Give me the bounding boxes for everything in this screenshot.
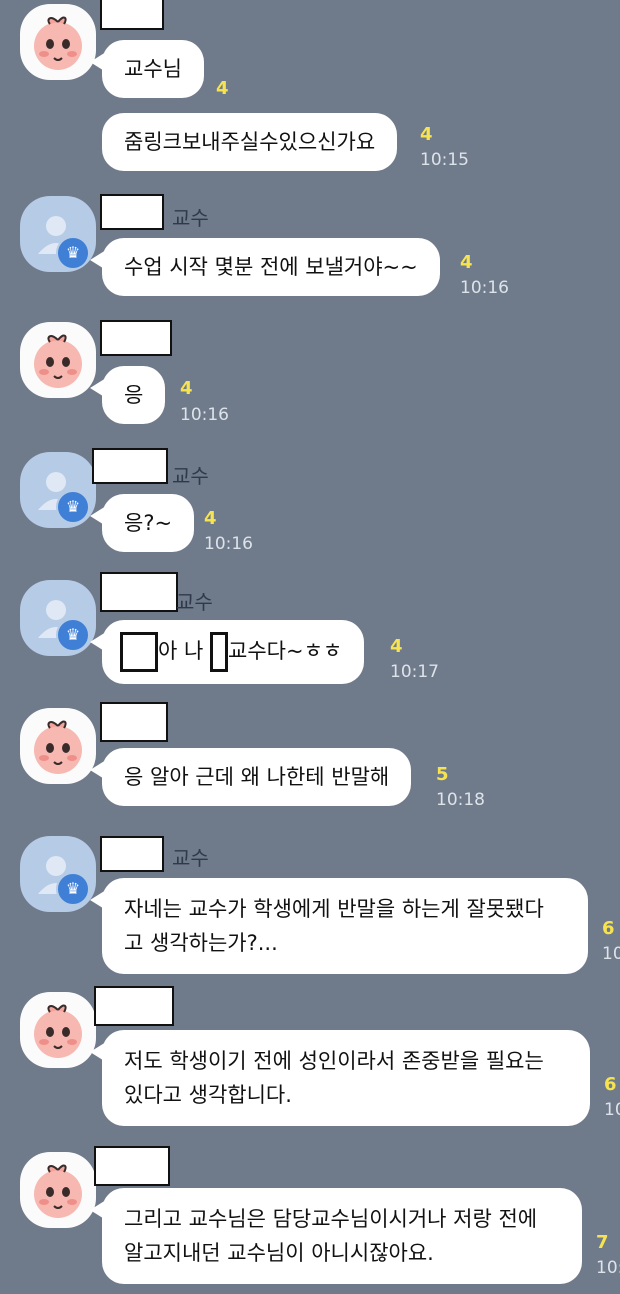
student-avatar[interactable] xyxy=(20,992,96,1068)
message-bubble[interactable]: 아 나 교수다~ㅎㅎ xyxy=(89,620,365,684)
message-time: 10:17 xyxy=(390,662,439,682)
message-line: 고 생각하는가?... xyxy=(124,931,278,955)
unread-count: 6 xyxy=(604,1074,617,1095)
message-line: 그리고 교수님은 담당교수님이시거나 저랑 전에 xyxy=(124,1207,538,1231)
peach-character-icon xyxy=(34,720,82,774)
message-bubble[interactable]: 응 알아 근데 왜 나한테 반말해 xyxy=(89,748,412,806)
message-line: 있다고 생각합니다. xyxy=(124,1083,292,1107)
unread-count: 6 xyxy=(602,918,615,939)
professor-name-redacted xyxy=(100,572,178,612)
unread-count: 5 xyxy=(436,764,449,785)
message-bubble[interactable]: 그리고 교수님은 담당교수님이시거나 저랑 전에 알고지내던 교수님이 아니시잖… xyxy=(90,1188,582,1284)
message-line: 자네는 교수가 학생에게 반말을 하는게 잘못됐다 xyxy=(124,897,544,921)
message-line: 알고지내던 교수님이 아니시잖아요. xyxy=(124,1241,434,1265)
professor-name-redacted xyxy=(100,836,164,872)
peach-character-icon xyxy=(34,1164,82,1218)
student-name-redacted xyxy=(100,702,168,742)
unread-count: 4 xyxy=(420,124,433,145)
message-time: 10:16 xyxy=(204,534,253,554)
student-avatar[interactable] xyxy=(20,708,96,784)
student-name-redacted xyxy=(94,986,174,1026)
student-name-redacted xyxy=(100,0,164,30)
unread-count: 7 xyxy=(596,1232,609,1253)
role-label: 교수 xyxy=(172,206,209,230)
unread-count: 4 xyxy=(180,378,193,399)
message-time: 10 xyxy=(604,1100,620,1120)
redacted-name xyxy=(120,632,158,672)
message-line: 저도 학생이기 전에 성인이라서 존중받을 필요는 xyxy=(124,1049,544,1073)
message-bubble[interactable]: 저도 학생이기 전에 성인이라서 존중받을 필요는 있다고 생각합니다. xyxy=(90,1030,590,1126)
message-time: 10:18 xyxy=(436,790,485,810)
message-bubble[interactable]: 응?~ xyxy=(89,494,195,552)
crown-icon: ♛ xyxy=(56,618,90,652)
peach-character-icon xyxy=(34,334,82,388)
professor-name-redacted xyxy=(100,194,164,230)
message-bubble[interactable]: 수업 시작 몇분 전에 보낼거야~~ xyxy=(90,238,440,296)
student-name-redacted xyxy=(100,320,172,356)
message-time: 10:16 xyxy=(460,278,509,298)
student-avatar[interactable] xyxy=(20,1152,96,1228)
message-time: 10: xyxy=(596,1258,620,1278)
role-label: 교수 xyxy=(172,846,209,870)
message-time: 10:15 xyxy=(420,150,469,170)
message-text-part: 아 나 xyxy=(158,639,204,663)
message-bubble[interactable]: 줌링크보내주실수있으신가요 xyxy=(102,113,398,171)
redacted-name xyxy=(210,632,229,672)
message-bubble[interactable]: 교수님 xyxy=(90,40,204,98)
message-time: 10:16 xyxy=(180,405,229,425)
crown-icon: ♛ xyxy=(56,236,90,270)
peach-character-icon xyxy=(34,1004,82,1058)
message-bubble[interactable]: 응 xyxy=(89,366,166,424)
message-bubble[interactable]: 자네는 교수가 학생에게 반말을 하는게 잘못됐다 고 생각하는가?... xyxy=(90,878,588,974)
crown-icon: ♛ xyxy=(56,872,90,906)
message-time: 10 xyxy=(602,944,620,964)
unread-count: 4 xyxy=(204,508,217,529)
unread-count: 4 xyxy=(390,636,403,657)
student-name-redacted xyxy=(94,1146,170,1186)
role-label: 교수 xyxy=(172,464,209,488)
unread-count: 4 xyxy=(460,252,473,273)
message-text-part: 교수다~ㅎㅎ xyxy=(228,639,343,663)
peach-character-icon xyxy=(34,16,82,70)
unread-count: 4 xyxy=(216,78,229,99)
professor-name-redacted xyxy=(92,448,168,484)
student-avatar[interactable] xyxy=(20,322,96,398)
crown-icon: ♛ xyxy=(56,490,90,524)
role-label: 교수 xyxy=(176,590,213,614)
student-avatar[interactable] xyxy=(20,4,96,80)
